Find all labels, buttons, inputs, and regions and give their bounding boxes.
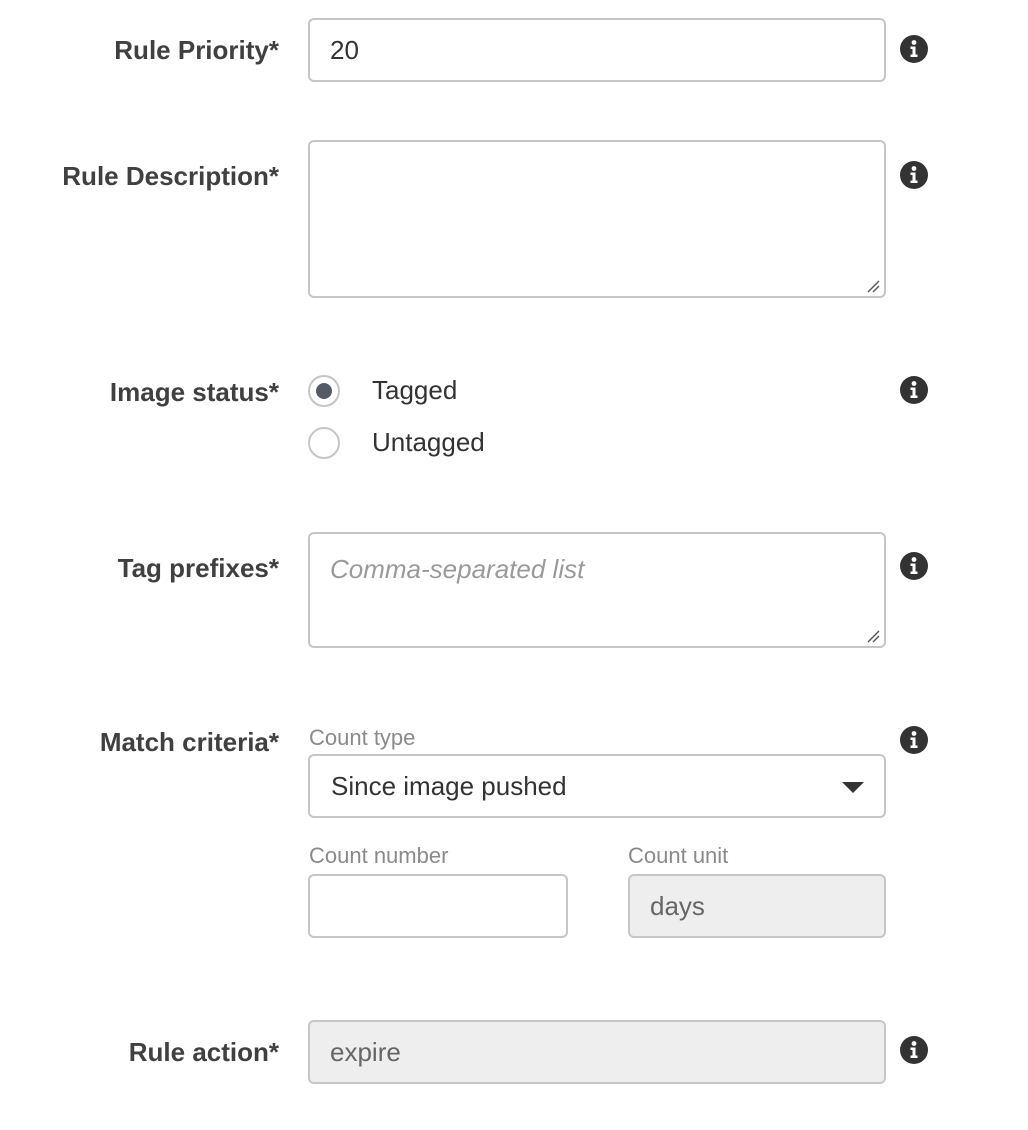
count-unit-label: Count unit bbox=[628, 843, 729, 868]
match-criteria-label: Match criteria* bbox=[99, 727, 279, 757]
radio-tagged[interactable] bbox=[308, 375, 340, 407]
radio-untagged-label[interactable]: Untagged bbox=[372, 427, 485, 457]
count-type-label: Count type bbox=[309, 725, 416, 750]
rule-description-label: Rule Description* bbox=[62, 161, 279, 191]
rule-action-label: Rule action* bbox=[128, 1037, 279, 1067]
count-number-label: Count number bbox=[309, 843, 449, 868]
image-status-label: Image status* bbox=[109, 377, 279, 407]
count-number-input[interactable] bbox=[308, 874, 568, 938]
info-icon[interactable] bbox=[900, 35, 928, 63]
rule-action-field bbox=[308, 1020, 886, 1084]
count-type-select[interactable]: Since image pushed bbox=[308, 754, 886, 818]
info-icon[interactable] bbox=[900, 376, 928, 404]
chevron-down-icon bbox=[842, 782, 864, 793]
count-type-selected-value: Since image pushed bbox=[331, 771, 567, 801]
count-unit-field bbox=[628, 874, 886, 938]
info-icon[interactable] bbox=[900, 161, 928, 189]
resize-grip-icon[interactable] bbox=[866, 279, 880, 293]
tag-prefixes-label: Tag prefixes* bbox=[117, 553, 279, 583]
resize-grip-icon[interactable] bbox=[866, 629, 880, 643]
info-icon[interactable] bbox=[900, 726, 928, 754]
rule-priority-label: Rule Priority* bbox=[114, 35, 279, 65]
info-icon[interactable] bbox=[900, 552, 928, 580]
radio-untagged[interactable] bbox=[308, 427, 340, 459]
tag-prefixes-textarea[interactable] bbox=[308, 532, 886, 648]
info-icon[interactable] bbox=[900, 1036, 928, 1064]
radio-tagged-label[interactable]: Tagged bbox=[372, 375, 457, 405]
rule-priority-input[interactable] bbox=[308, 18, 886, 82]
rule-description-textarea[interactable] bbox=[308, 140, 886, 298]
